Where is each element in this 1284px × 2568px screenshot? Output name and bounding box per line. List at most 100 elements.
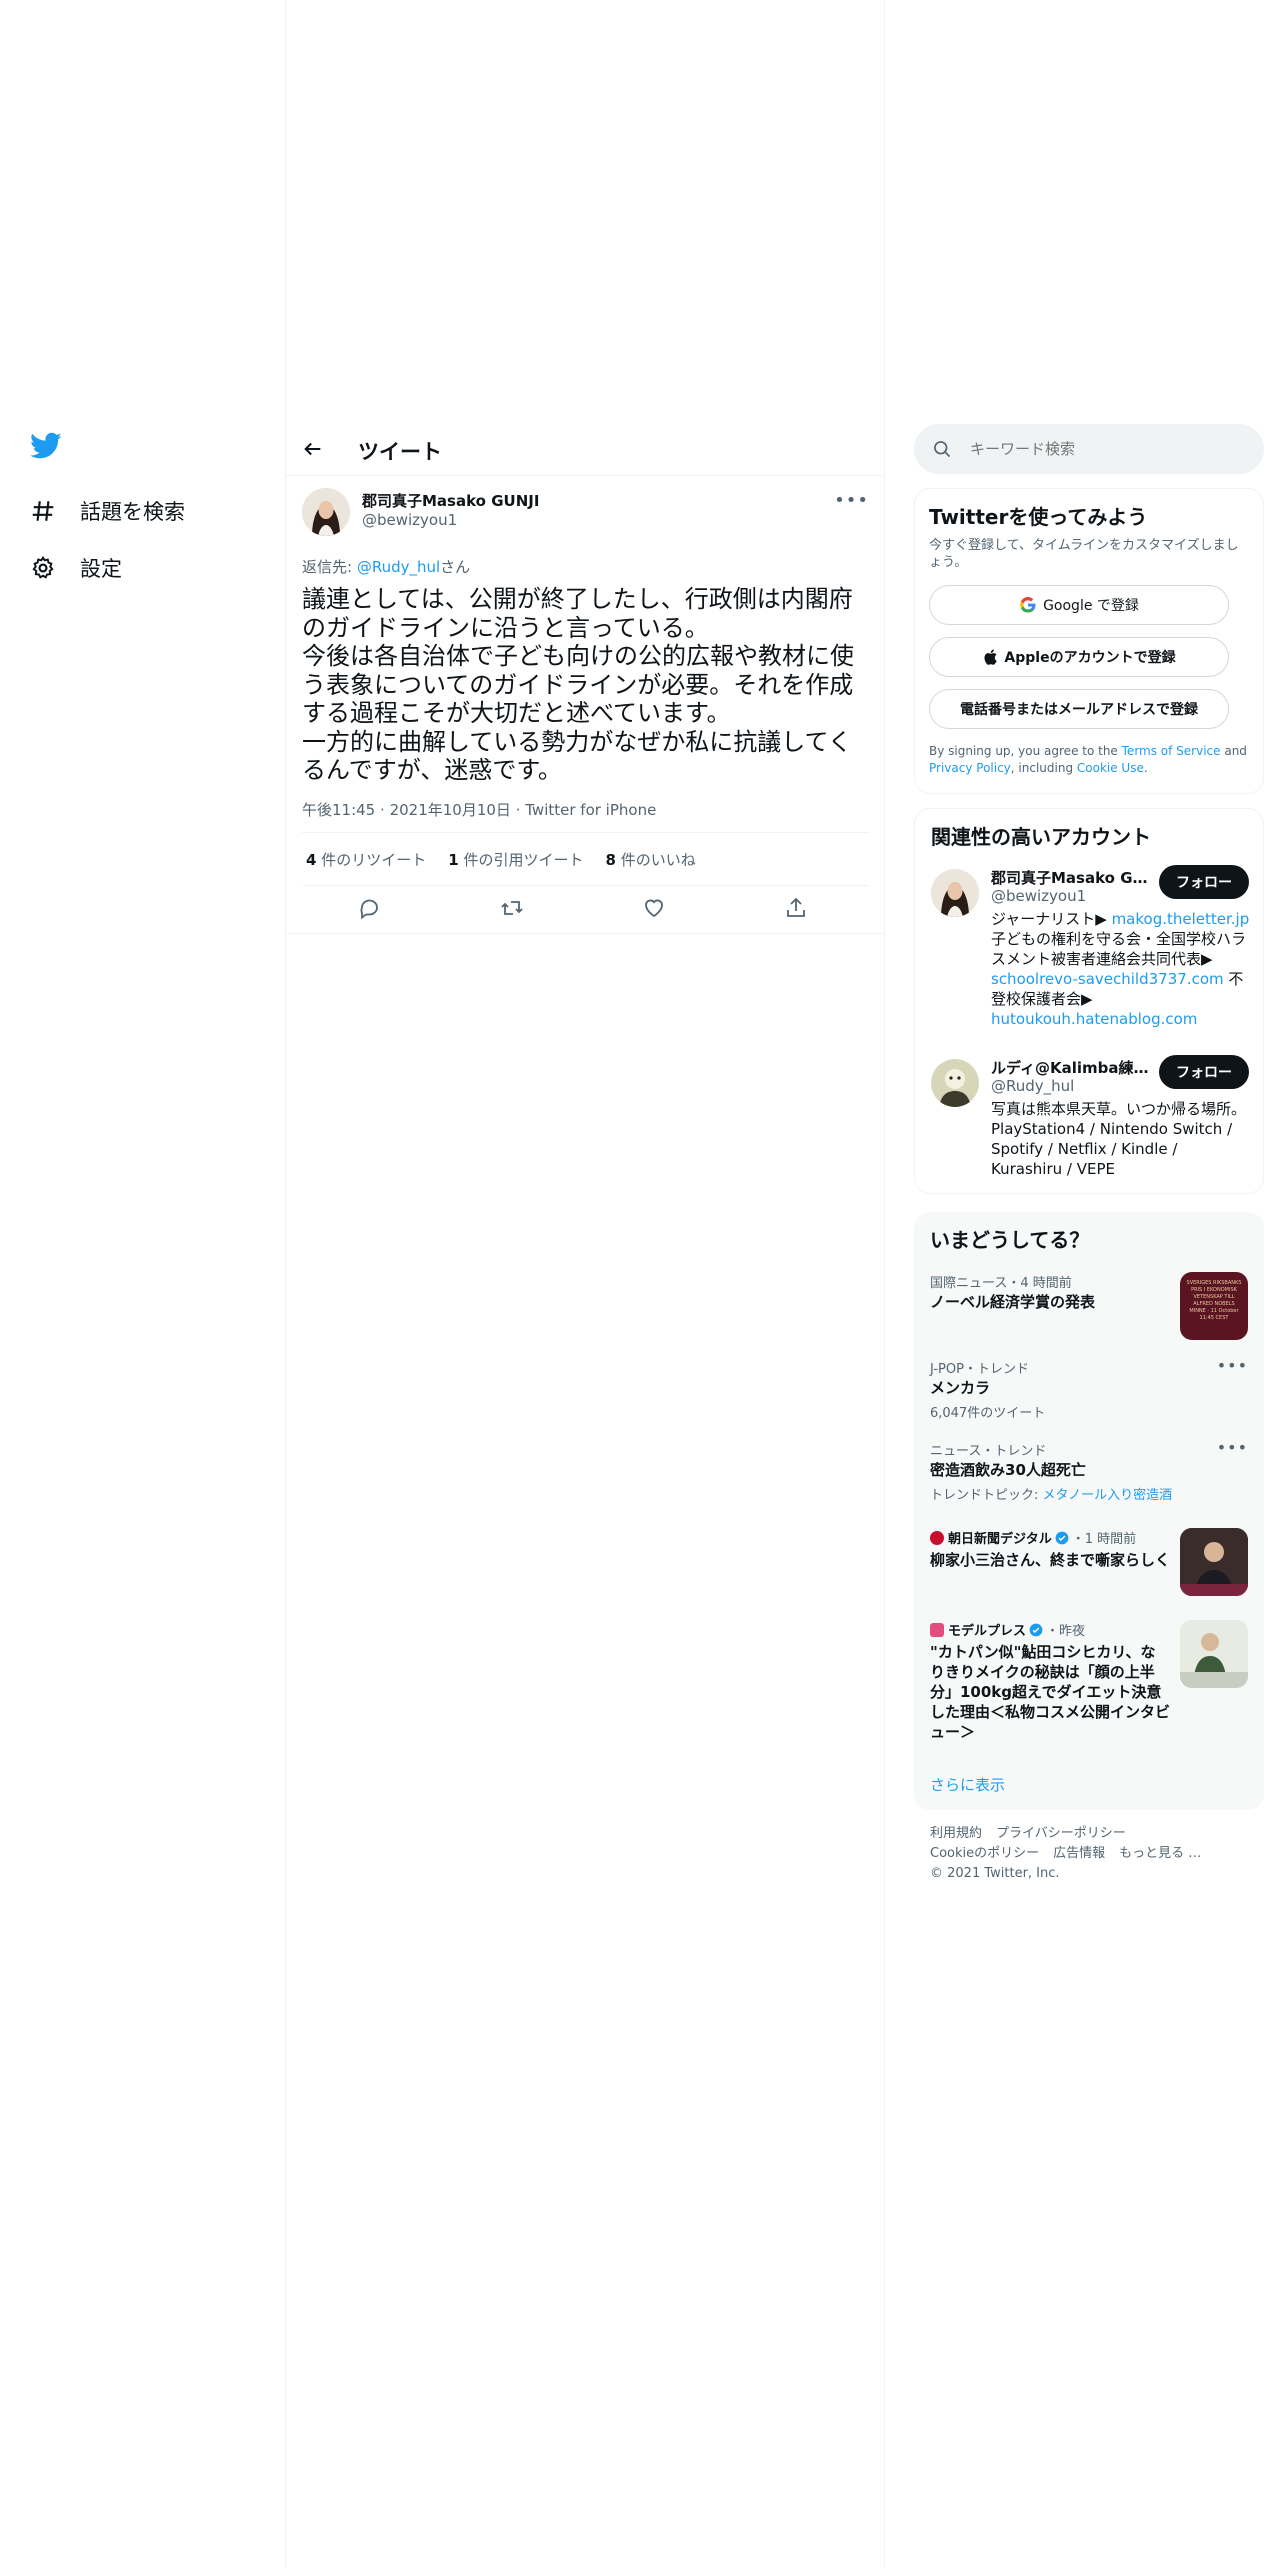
avatar[interactable] xyxy=(302,488,350,536)
trend-item[interactable]: ニュース・トレンド ••• 密造酒飲み30人超死亡 トレンドトピック: メタノー… xyxy=(914,1438,1264,1510)
trend-thumbnail xyxy=(1180,1528,1248,1596)
bio-link[interactable]: makog.theletter.jp xyxy=(1112,910,1250,928)
reply-prefix: 返信先: xyxy=(302,558,357,576)
related-title: 関連性の高いアカウント xyxy=(931,825,1151,849)
trend-name: 密造酒飲み30人超死亡 xyxy=(930,1461,1086,1479)
reply-icon[interactable] xyxy=(358,896,386,924)
trend-item[interactable]: 朝日新聞デジタル ・1 時間前 柳家小三治さん、終まで噺家らしく xyxy=(914,1526,1264,1606)
follow-button[interactable]: フォロー xyxy=(1159,1055,1249,1089)
like-icon[interactable] xyxy=(642,896,670,924)
trend-source: 朝日新聞デジタル xyxy=(948,1532,1052,1547)
trend-thumbnail xyxy=(1180,1620,1248,1688)
nav-explore[interactable]: 話題を検索 xyxy=(30,486,185,536)
nav-settings-label: 設定 xyxy=(80,557,122,581)
avatar[interactable] xyxy=(931,869,979,917)
trend-item[interactable]: 国際ニュース・4 時間前 ノーベル経済学賞の発表 SVERIGES RIKSBA… xyxy=(914,1268,1264,1344)
quotes-stat[interactable]: 1 件の引用ツイート xyxy=(448,849,583,870)
tweet-stats: 4 件のリツイート 1 件の引用ツイート 8 件のいいね xyxy=(302,832,869,886)
account-bio: 写真は熊本県天草。いつか帰る場所。PlayStation4 / Nintendo… xyxy=(991,1100,1247,1178)
show-more-link[interactable]: さらに表示 xyxy=(930,1774,1005,1795)
trend-source-row: 朝日新聞デジタル ・1 時間前 xyxy=(930,1528,1136,1547)
share-icon[interactable] xyxy=(784,896,812,924)
footer-link[interactable]: 利用規約 xyxy=(930,1826,982,1841)
tweet-author-name[interactable]: 郡司真子Masako GUNJI xyxy=(362,490,539,511)
privacy-link[interactable]: Privacy Policy xyxy=(929,761,1011,775)
reply-suffix: さん xyxy=(440,558,471,576)
google-signup-button[interactable]: Google で登録 xyxy=(929,585,1229,625)
reply-to-link[interactable]: @Rudy_hul xyxy=(357,558,440,576)
search-icon xyxy=(932,439,952,459)
account-handle[interactable]: @Rudy_hul xyxy=(991,1077,1074,1095)
search-input[interactable] xyxy=(970,434,1250,464)
trend-source-row: モデルプレス ・昨夜 xyxy=(930,1620,1085,1639)
left-nav: 話題を検索 設定 xyxy=(0,0,286,2568)
trends-card: いまどうしてる？ 国際ニュース・4 時間前 ノーベル経済学賞の発表 SVERIG… xyxy=(914,1212,1264,1810)
account-cell[interactable]: 郡司真子Masako GUNJI @bewizyou1 フォロー ジャーナリスト… xyxy=(915,861,1263,1031)
tweet-date[interactable]: 2021年10月10日 xyxy=(390,801,511,819)
phone-signup-button[interactable]: 電話番号またはメールアドレスで登録 xyxy=(929,689,1229,729)
account-name[interactable]: 郡司真子Masako GUNJI xyxy=(991,867,1151,888)
main-column: ツイート 郡司真子Masako GUNJI @bewizyou1 ••• 返信先… xyxy=(286,0,885,2568)
trend-time: ・昨夜 xyxy=(1046,1624,1086,1639)
signup-card: Twitterを使ってみよう 今すぐ登録して、タイムラインをカスタマイズしましょ… xyxy=(914,488,1264,794)
twitter-logo-icon[interactable] xyxy=(30,432,62,460)
trend-thumbnail: SVERIGES RIKSBANKS PRIS I EKONOMISK VETE… xyxy=(1180,1272,1248,1340)
phone-signup-label: 電話番号またはメールアドレスで登録 xyxy=(960,702,1198,718)
verified-badge-icon xyxy=(1055,1531,1069,1545)
account-name[interactable]: ルディ@Kalimba練習中 xyxy=(991,1057,1151,1078)
account-bio: ジャーナリスト▶ makog.theletter.jp 子どもの権利を守る会・全… xyxy=(991,910,1250,1028)
trend-item[interactable]: モデルプレス ・昨夜 "カトパン似"鮎田コシヒカリ、なりきりメイクの秘訣は「顔の… xyxy=(914,1618,1264,1748)
trend-name: "カトパン似"鮎田コシヒカリ、なりきりメイクの秘訣は「顔の上半分」100kg超え… xyxy=(930,1643,1171,1741)
modelpress-logo-icon xyxy=(930,1622,944,1637)
trend-meta: J-POP・トレンド xyxy=(930,1362,1029,1377)
signup-title: Twitterを使ってみよう xyxy=(929,505,1148,529)
back-arrow-icon[interactable] xyxy=(302,438,324,460)
account-cell[interactable]: ルディ@Kalimba練習中 @Rudy_hul フォロー 写真は熊本県天草。い… xyxy=(915,1051,1263,1191)
account-handle[interactable]: @bewizyou1 xyxy=(991,887,1086,905)
reply-context: 返信先: @Rudy_hulさん xyxy=(302,556,869,577)
tweet-time[interactable]: 午後11:45 xyxy=(302,801,375,819)
signup-subtitle: 今すぐ登録して、タイムラインをカスタマイズしましょう。 xyxy=(929,538,1239,570)
trend-topic-link[interactable]: メタノール入り密造酒 xyxy=(1043,1488,1173,1503)
footer-link[interactable]: もっと見る … xyxy=(1119,1846,1201,1861)
more-options-icon[interactable]: ••• xyxy=(1217,1438,1248,1457)
nav-settings[interactable]: 設定 xyxy=(30,543,122,593)
apple-icon xyxy=(982,648,998,666)
gear-icon xyxy=(30,555,56,581)
more-options-icon[interactable]: ••• xyxy=(1217,1356,1248,1375)
more-options-icon[interactable]: ••• xyxy=(834,490,869,511)
likes-stat[interactable]: 8 件のいいね xyxy=(605,849,695,870)
retweet-icon[interactable] xyxy=(500,896,528,924)
tweet-author-handle[interactable]: @bewizyou1 xyxy=(362,511,457,529)
tweet-text: 議連としては、公開が終了したし、行政側は内閣府のガイドラインに沿うと言っている。… xyxy=(302,585,854,784)
trend-name: 柳家小三治さん、終まで噺家らしく xyxy=(930,1551,1171,1569)
trend-name: ノーベル経済学賞の発表 xyxy=(930,1293,1096,1311)
avatar[interactable] xyxy=(931,1059,979,1107)
terms-link[interactable]: Terms of Service xyxy=(1122,744,1221,758)
tweet-timestamp: 午後11:45 · 2021年10月10日 · Twitter for iPho… xyxy=(302,800,657,819)
footer-links-row: 利用規約 プライバシーポリシー xyxy=(930,1824,1250,1844)
tweet-author-row: 郡司真子Masako GUNJI @bewizyou1 ••• xyxy=(302,478,869,538)
footer-link[interactable]: 広告情報 xyxy=(1053,1846,1105,1861)
retweets-stat[interactable]: 4 件のリツイート xyxy=(306,849,426,870)
bio-link[interactable]: schoolrevo-savechild3737.com xyxy=(991,970,1224,988)
related-accounts-card: 関連性の高いアカウント 郡司真子Masako GUNJI @bewizyou1 … xyxy=(914,808,1264,1194)
nav-explore-label: 話題を検索 xyxy=(80,500,185,524)
search-box[interactable] xyxy=(914,424,1264,474)
page-title: ツイート xyxy=(358,440,442,464)
apple-signup-button[interactable]: Appleのアカウントで登録 xyxy=(929,637,1229,677)
trend-source: モデルプレス xyxy=(948,1624,1027,1639)
footer-link[interactable]: Cookieのポリシー xyxy=(930,1846,1039,1861)
trend-topic: トレンドトピック: メタノール入り密造酒 xyxy=(930,1488,1173,1503)
follow-button[interactable]: フォロー xyxy=(1159,865,1249,899)
google-icon xyxy=(1019,596,1037,614)
trend-item[interactable]: J-POP・トレンド ••• メンカラ 6,047件のツイート xyxy=(914,1356,1264,1428)
trend-name: メンカラ xyxy=(930,1379,991,1397)
cookie-link[interactable]: Cookie Use xyxy=(1077,761,1144,775)
signup-legal: By signing up, you agree to the Terms of… xyxy=(929,744,1247,775)
bio-link[interactable]: hutoukouh.hatenablog.com xyxy=(991,1010,1197,1028)
footer-link[interactable]: プライバシーポリシー xyxy=(996,1826,1126,1841)
trend-tweet-count: 6,047件のツイート xyxy=(930,1406,1046,1421)
apple-signup-label: Appleのアカウントで登録 xyxy=(1004,650,1176,666)
tweet-source[interactable]: Twitter for iPhone xyxy=(525,801,656,819)
